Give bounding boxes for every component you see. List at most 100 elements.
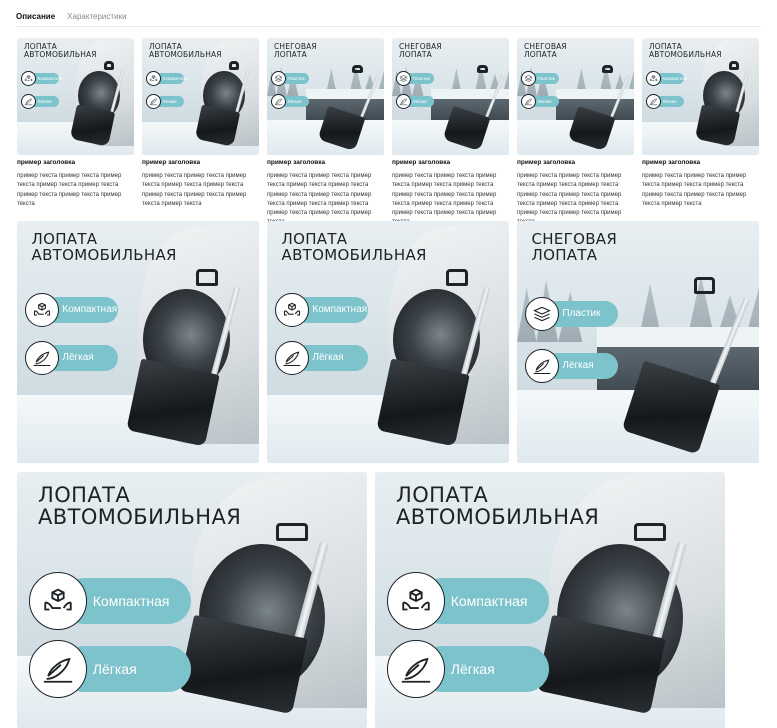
card-title: ЛОПАТА АВТОМОБИЛЬНАЯ [649, 43, 722, 59]
shovel-handle-grip [228, 61, 240, 70]
feature-badge-light: Лёгкая [21, 94, 60, 109]
feature-badge-light: Лёгкая [521, 94, 560, 109]
feature-badge-compact: Компактная [387, 572, 549, 630]
thumbnail-text: пример текста пример текста пример текст… [267, 173, 372, 225]
product-image-medium[interactable]: ЛОПАТА АВТОМОБИЛЬНАЯ Компактная Лёгкая [17, 221, 259, 463]
card-title-line2: АВТОМОБИЛЬНАЯ [38, 504, 242, 529]
thumbnail-card[interactable]: ЛОПАТА АВТОМОБИЛЬНАЯ Компактная Лёгкая [142, 38, 259, 155]
card-title: ЛОПАТА АВТОМОБИЛЬНАЯ [396, 482, 600, 529]
thumbnail-heading: пример заголовка [17, 159, 76, 166]
card-title: ЛОПАТА АВТОМОБИЛЬНАЯ [31, 231, 177, 264]
thumbnail-heading: пример заголовка [267, 159, 326, 166]
shovel-handle-grip [276, 523, 308, 542]
thumbnail-text: пример текста пример текста пример текст… [392, 173, 497, 225]
feature-badge-compact: Компактная [275, 293, 368, 327]
card-title: СНЕГОВАЯ ЛОПАТА [274, 43, 317, 59]
stacked-layers-icon [525, 297, 559, 331]
thumbnail-heading: пример заголовка [392, 159, 451, 166]
card-title-line2: АВТОМОБИЛЬНАЯ [31, 245, 177, 264]
card-title: ЛОПАТА АВТОМОБИЛЬНАЯ [38, 482, 242, 529]
feature-badge-compact: Компактная [646, 71, 687, 86]
card-title-line2: АВТОМОБИЛЬНАЯ [149, 50, 222, 60]
feather-icon [521, 94, 536, 109]
feature-badge-light: Лёгкая [387, 640, 549, 698]
feather-icon [25, 341, 59, 375]
feature-badge-plastic: Пластик [396, 71, 435, 86]
feature-badge-light: Лёгкая [646, 94, 685, 109]
product-image-large[interactable]: ЛОПАТА АВТОМОБИЛЬНАЯ Компактная Лёгкая [17, 472, 367, 728]
feather-icon [275, 341, 309, 375]
feature-badge-compact: Компактная [21, 71, 62, 86]
feather-icon [29, 640, 87, 698]
tab-characteristics[interactable]: Характеристики [67, 10, 126, 27]
shovel-handle-grip [446, 269, 468, 287]
feature-badge-light: Лёгкая [271, 94, 310, 109]
product-image-medium[interactable]: ЛОПАТА АВТОМОБИЛЬНАЯ Компактная Лёгкая [267, 221, 509, 463]
shovel-handle-grip [693, 276, 716, 294]
thumbnail-heading: пример заголовка [142, 159, 201, 166]
box-in-hands-icon [387, 572, 445, 630]
feature-badge-compact: Компактная [146, 71, 187, 86]
shovel-handle-grip [352, 64, 363, 74]
card-title-line1: ЛОПАТА [38, 482, 131, 507]
feature-badge-plastic: Пластик [525, 297, 618, 331]
card-title-line1: ЛОПАТА [396, 482, 489, 507]
tabs-divider [16, 26, 761, 27]
thumbnail-heading: пример заголовка [517, 159, 576, 166]
tab-description[interactable]: Описание [16, 10, 56, 27]
card-title: СНЕГОВАЯ ЛОПАТА [524, 43, 567, 59]
thumbnail-text: пример текста пример текста пример текст… [517, 173, 622, 225]
card-title-line2: ЛОПАТА [531, 245, 598, 264]
box-in-hands-icon [275, 293, 309, 327]
stacked-layers-icon [271, 71, 286, 86]
feature-badge-compact: Компактная [29, 572, 191, 630]
feature-badge-light: Лёгкая [25, 341, 118, 375]
thumbnail-card[interactable]: ЛОПАТА АВТОМОБИЛЬНАЯ Компактная Лёгкая [642, 38, 759, 155]
shovel-handle-grip [728, 61, 740, 70]
product-image-medium[interactable]: СНЕГОВАЯ ЛОПАТА Пластик Лёгкая [517, 221, 759, 463]
feather-icon [525, 349, 559, 383]
box-in-hands-icon [146, 71, 161, 86]
card-title-line2: ЛОПАТА [524, 50, 557, 60]
shovel-handle-grip [103, 61, 115, 70]
feature-badge-light: Лёгкая [275, 341, 368, 375]
box-in-hands-icon [25, 293, 59, 327]
thumbnail-card[interactable]: СНЕГОВАЯ ЛОПАТА Пластик Лёгкая [517, 38, 634, 155]
feather-icon [21, 94, 36, 109]
box-in-hands-icon [646, 71, 661, 86]
thumbnail-heading: пример заголовка [642, 159, 701, 166]
thumbnail-card[interactable]: СНЕГОВАЯ ЛОПАТА Пластик Лёгкая [267, 38, 384, 155]
thumbnail-text: пример текста пример текста пример текст… [142, 173, 247, 207]
stacked-layers-icon [396, 71, 411, 86]
card-title: СНЕГОВАЯ ЛОПАТА [531, 231, 618, 264]
card-title: ЛОПАТА АВТОМОБИЛЬНАЯ [282, 231, 427, 264]
product-image-large[interactable]: ЛОПАТА АВТОМОБИЛЬНАЯ Компактная Лёгкая [375, 472, 725, 728]
shovel-handle-grip [602, 64, 613, 74]
thumbnail-card[interactable]: ЛОПАТА АВТОМОБИЛЬНАЯ Компактная Лёгкая [17, 38, 134, 155]
feature-badge-light: Лёгкая [146, 94, 185, 109]
feature-badge-plastic: Пластик [271, 71, 310, 86]
box-in-hands-icon [21, 71, 36, 86]
shovel-handle-grip [634, 523, 666, 542]
card-title-line2: АВТОМОБИЛЬНАЯ [396, 504, 600, 529]
feather-icon [387, 640, 445, 698]
card-title-line2: ЛОПАТА [399, 50, 432, 60]
card-title-line2: АВТОМОБИЛЬНАЯ [24, 50, 97, 60]
card-title-line2: ЛОПАТА [274, 50, 307, 60]
thumbnail-text: пример текста пример текста пример текст… [17, 173, 122, 207]
stacked-layers-icon [521, 71, 536, 86]
feather-icon [271, 94, 286, 109]
feature-badge-light: Лёгкая [525, 349, 618, 383]
thumbnail-card[interactable]: СНЕГОВАЯ ЛОПАТА Пластик Лёгкая [392, 38, 509, 155]
feature-badge-plastic: Пластик [521, 71, 560, 86]
box-in-hands-icon [29, 572, 87, 630]
thumbnail-text: пример текста пример текста пример текст… [642, 173, 747, 207]
card-title: ЛОПАТА АВТОМОБИЛЬНАЯ [149, 43, 222, 59]
feature-badge-light: Лёгкая [396, 94, 435, 109]
card-title-line2: АВТОМОБИЛЬНАЯ [649, 50, 722, 60]
card-title: ЛОПАТА АВТОМОБИЛЬНАЯ [24, 43, 97, 59]
feather-icon [146, 94, 161, 109]
card-title: СНЕГОВАЯ ЛОПАТА [399, 43, 442, 59]
feature-badge-compact: Компактная [25, 293, 118, 327]
feature-badge-light: Лёгкая [29, 640, 191, 698]
